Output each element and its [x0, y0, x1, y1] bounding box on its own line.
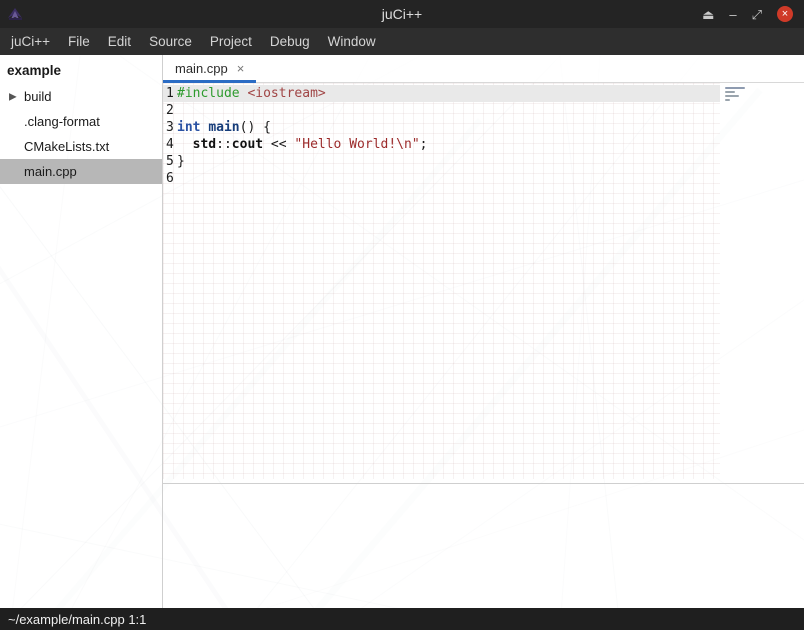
code-line-5[interactable]: 5}: [163, 153, 720, 170]
tree-root-label: example: [0, 59, 162, 84]
menu-item-file[interactable]: File: [59, 28, 99, 55]
titlebar[interactable]: juCi++ ⏏ – ⤢ ×: [0, 0, 804, 28]
code-line-3[interactable]: 3int main() {: [163, 119, 720, 136]
source-map-mark: [725, 99, 730, 101]
tab-main-cpp[interactable]: main.cpp ×: [163, 55, 256, 82]
line-number: 6: [163, 170, 174, 187]
code-text: std::cout << "Hello World!\n";: [177, 136, 427, 153]
line-number: 1: [163, 85, 174, 102]
expander-icon[interactable]: ▶: [9, 91, 17, 102]
code-text: }: [177, 153, 185, 170]
minimize-button[interactable]: –: [729, 8, 736, 21]
line-number: 4: [163, 136, 174, 153]
editor[interactable]: 1#include <iostream>23int main() {4 std:…: [163, 83, 804, 483]
line-number: 5: [163, 153, 174, 170]
code-line-1[interactable]: 1#include <iostream>: [163, 85, 720, 102]
tree-item-label: .clang-format: [24, 114, 100, 129]
code-line-4[interactable]: 4 std::cout << "Hello World!\n";: [163, 136, 720, 153]
content-area: example ▶ build .clang-format CMakeLists.tx…: [0, 55, 804, 608]
tree-item-label: build: [24, 89, 51, 104]
file-tree: example ▶ build .clang-format CMakeLists.tx…: [0, 55, 163, 608]
main-pane: main.cpp × 1#include <iostream>23int main…: [163, 55, 804, 608]
close-button[interactable]: ×: [777, 6, 793, 22]
code-line-6[interactable]: 6: [163, 170, 720, 187]
code-line-2[interactable]: 2: [163, 102, 720, 119]
code-text: #include <iostream>: [177, 85, 326, 102]
source-map-mark: [725, 91, 735, 93]
restore-button[interactable]: ⤢: [752, 8, 762, 21]
menu-item-window[interactable]: Window: [319, 28, 385, 55]
output-panel[interactable]: [163, 484, 804, 608]
line-number: 3: [163, 119, 174, 136]
jucipp-window: juCi++ ⏏ – ⤢ × juCi++FileEditSourceProje…: [0, 0, 804, 630]
app-icon: [7, 6, 25, 23]
menu-item-project[interactable]: Project: [201, 28, 261, 55]
menubar: juCi++FileEditSourceProjectDebugWindow: [0, 28, 804, 55]
tree-item-cmakelists-txt[interactable]: CMakeLists.txt: [0, 134, 162, 159]
menu-item-edit[interactable]: Edit: [99, 28, 140, 55]
tab-close-icon[interactable]: ×: [237, 61, 245, 76]
menu-item-source[interactable]: Source: [140, 28, 201, 55]
tab-bar: main.cpp ×: [163, 55, 804, 83]
status-text: ~/example/main.cpp 1:1: [8, 612, 146, 627]
tree-item-label: CMakeLists.txt: [24, 139, 109, 154]
source-map[interactable]: [725, 87, 745, 101]
line-number: 2: [163, 102, 174, 119]
code-text: int main() {: [177, 119, 271, 136]
window-controls: ⏏ – ⤢ ×: [702, 6, 804, 22]
menu-item-debug[interactable]: Debug: [261, 28, 319, 55]
tree-item-main-cpp[interactable]: main.cpp: [0, 159, 162, 184]
status-bar: ~/example/main.cpp 1:1: [0, 608, 804, 630]
source-map-mark: [725, 95, 739, 97]
tab-label: main.cpp: [175, 61, 228, 76]
tree-item-label: main.cpp: [24, 164, 77, 179]
menu-item-juci[interactable]: juCi++: [2, 28, 59, 55]
code-lines: 1#include <iostream>23int main() {4 std:…: [163, 83, 804, 187]
tree-item-build[interactable]: ▶ build: [0, 84, 162, 109]
tree-item-clang-format[interactable]: .clang-format: [0, 109, 162, 134]
source-map-mark: [725, 87, 745, 89]
eject-button[interactable]: ⏏: [702, 8, 714, 21]
window-title: juCi++: [0, 6, 804, 22]
